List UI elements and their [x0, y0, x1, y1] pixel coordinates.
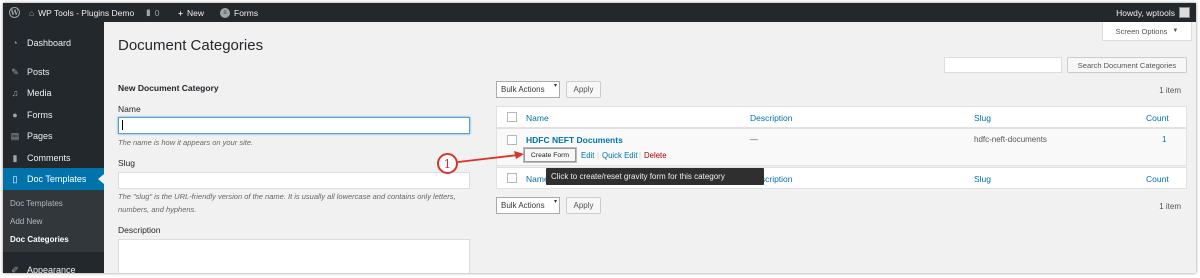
submenu-add-new[interactable]: Add New	[10, 217, 42, 226]
dashboard-icon: ◔	[12, 38, 18, 48]
screen-options-label: Screen Options	[1115, 26, 1168, 36]
action-separator: |	[639, 151, 642, 160]
quick-edit-link[interactable]: Quick Edit	[602, 151, 638, 160]
forms-label: Forms	[234, 7, 259, 18]
name-help: The name is how it appears on your site.	[118, 138, 254, 147]
chevron-down-icon: ▾	[553, 199, 557, 205]
slug-field[interactable]	[118, 172, 470, 189]
greeting: Howdy, wptools	[1116, 7, 1175, 18]
select-all-checkbox-bottom[interactable]	[507, 173, 517, 183]
sidebar-item-dashboard[interactable]: ◔ Dashboard	[3, 32, 104, 54]
sidebar-item-pages[interactable]: ▤ Pages	[3, 125, 104, 147]
description-field[interactable]	[118, 239, 470, 273]
doc-templates-submenu: Doc Templates Add New Doc Categories	[3, 190, 104, 252]
row-checkbox[interactable]	[507, 135, 517, 145]
home-icon: ⌂	[29, 7, 35, 18]
form-heading: New Document Category	[118, 83, 219, 93]
chevron-down-icon: ▼	[1172, 28, 1179, 34]
forms-icon: ●	[12, 110, 18, 120]
sidebar-item-forms[interactable]: ● Forms	[3, 104, 104, 126]
category-name-link[interactable]: HDFC NEFT Documents	[526, 135, 623, 145]
category-count-link[interactable]: 1	[1162, 135, 1166, 144]
new-label: New	[186, 7, 204, 18]
pages-icon: ▤	[10, 130, 20, 141]
sidebar-item-appearance[interactable]: ✐ Appearance	[3, 259, 104, 274]
comments-count: 0	[154, 7, 160, 18]
plus-icon: +	[178, 7, 183, 18]
items-count-bottom: 1 item	[1159, 202, 1181, 211]
comments-link[interactable]: ▮ 0	[146, 3, 159, 22]
action-separator: |	[597, 151, 600, 160]
column-name[interactable]: Name	[526, 113, 549, 123]
description-label: Description	[118, 225, 161, 235]
submenu-doc-categories[interactable]: Doc Categories	[10, 235, 69, 244]
sidebar-item-media[interactable]: ♫ Media	[3, 82, 104, 104]
table-row: HDFC NEFT Documents — hdfc-neft-document…	[496, 128, 1187, 166]
sidebar-item-label: Posts	[27, 67, 50, 77]
wp-admin-window: W ⌂ WP Tools - Plugins Demo ▮ 0 + New ≡ …	[3, 3, 1196, 273]
name-field[interactable]	[118, 117, 470, 134]
category-slug: hdfc-neft-documents	[974, 135, 1047, 144]
sidebar-item-comments[interactable]: ▮ Comments	[3, 147, 104, 169]
forms-link[interactable]: ≡ Forms	[220, 3, 258, 22]
screen-options-button[interactable]: Screen Options ▼	[1102, 22, 1192, 41]
submenu-doc-templates[interactable]: Doc Templates	[10, 199, 63, 208]
text-caret	[122, 120, 123, 130]
document-icon: ▯	[12, 173, 18, 184]
sidebar-item-label: Dashboard	[27, 38, 72, 48]
slug-label: Slug	[118, 158, 136, 168]
select-all-checkbox[interactable]	[507, 112, 517, 122]
comment-icon: ▮	[12, 152, 18, 163]
category-description: —	[750, 135, 758, 144]
search-button[interactable]: Search Document Categories	[1067, 57, 1187, 73]
callout-arrow	[457, 151, 524, 163]
table-header: Name Description Slug Count	[496, 106, 1187, 128]
account-menu[interactable]: Howdy, wptools	[1116, 3, 1190, 22]
sidebar-item-label: Pages	[27, 131, 53, 141]
sidebar-item-label: Forms	[27, 110, 53, 120]
wordpress-logo[interactable]: W	[9, 3, 20, 22]
column-count[interactable]: Count	[1146, 113, 1169, 123]
column-description[interactable]: Description	[750, 113, 793, 123]
bulk-actions-label: Bulk Actions	[501, 201, 545, 210]
bulk-actions-label: Bulk Actions	[501, 85, 545, 94]
admin-bar: W ⌂ WP Tools - Plugins Demo ▮ 0 + New ≡ …	[3, 3, 1196, 22]
create-form-button[interactable]: Create Form	[524, 148, 576, 162]
media-icon: ♫	[11, 88, 19, 98]
column-slug[interactable]: Slug	[974, 174, 991, 184]
callout-marker: 1	[437, 153, 458, 174]
sidebar-item-doc-templates[interactable]: ▯ Doc Templates	[3, 168, 104, 190]
site-name-link[interactable]: ⌂ WP Tools - Plugins Demo	[29, 3, 134, 22]
search-input[interactable]	[944, 57, 1062, 73]
apply-button[interactable]: Apply	[566, 81, 601, 98]
chevron-down-icon: ▾	[553, 83, 557, 89]
column-count[interactable]: Count	[1146, 174, 1169, 184]
forms-icon: ≡	[220, 7, 230, 18]
sidebar-item-posts[interactable]: ✎ Posts	[3, 61, 104, 83]
main-content: Screen Options ▼ Document Categories Sea…	[104, 22, 1196, 273]
site-name: WP Tools - Plugins Demo	[38, 7, 135, 18]
brush-icon: ✐	[11, 264, 19, 274]
column-slug[interactable]: Slug	[974, 113, 991, 123]
delete-link[interactable]: Delete	[644, 151, 667, 160]
comment-icon: ▮	[146, 7, 151, 17]
sidebar-item-label: Comments	[27, 153, 71, 163]
sidebar-item-label: Media	[27, 88, 52, 98]
apply-button-bottom[interactable]: Apply	[566, 197, 601, 214]
page-title: Document Categories	[118, 37, 264, 54]
admin-sidebar: ◔ Dashboard ✎ Posts ♫ Media ● Forms ▤ Pa…	[3, 22, 104, 273]
pin-icon: ✎	[11, 66, 19, 77]
name-label: Name	[118, 104, 141, 114]
sidebar-item-label: Appearance	[27, 265, 76, 273]
slug-help: The "slug" is the URL-friendly version o…	[118, 192, 456, 214]
wordpress-icon: W	[9, 7, 20, 18]
tooltip: Click to create/reset gravity form for t…	[546, 168, 764, 185]
new-content-link[interactable]: + New	[178, 3, 204, 22]
edit-link[interactable]: Edit	[581, 151, 594, 160]
bulk-actions-select-bottom[interactable]: Bulk Actions ▾	[496, 197, 560, 214]
avatar	[1179, 7, 1190, 18]
items-count: 1 item	[1159, 86, 1181, 95]
sidebar-item-label: Doc Templates	[27, 174, 87, 184]
bulk-actions-select[interactable]: Bulk Actions ▾	[496, 81, 560, 98]
